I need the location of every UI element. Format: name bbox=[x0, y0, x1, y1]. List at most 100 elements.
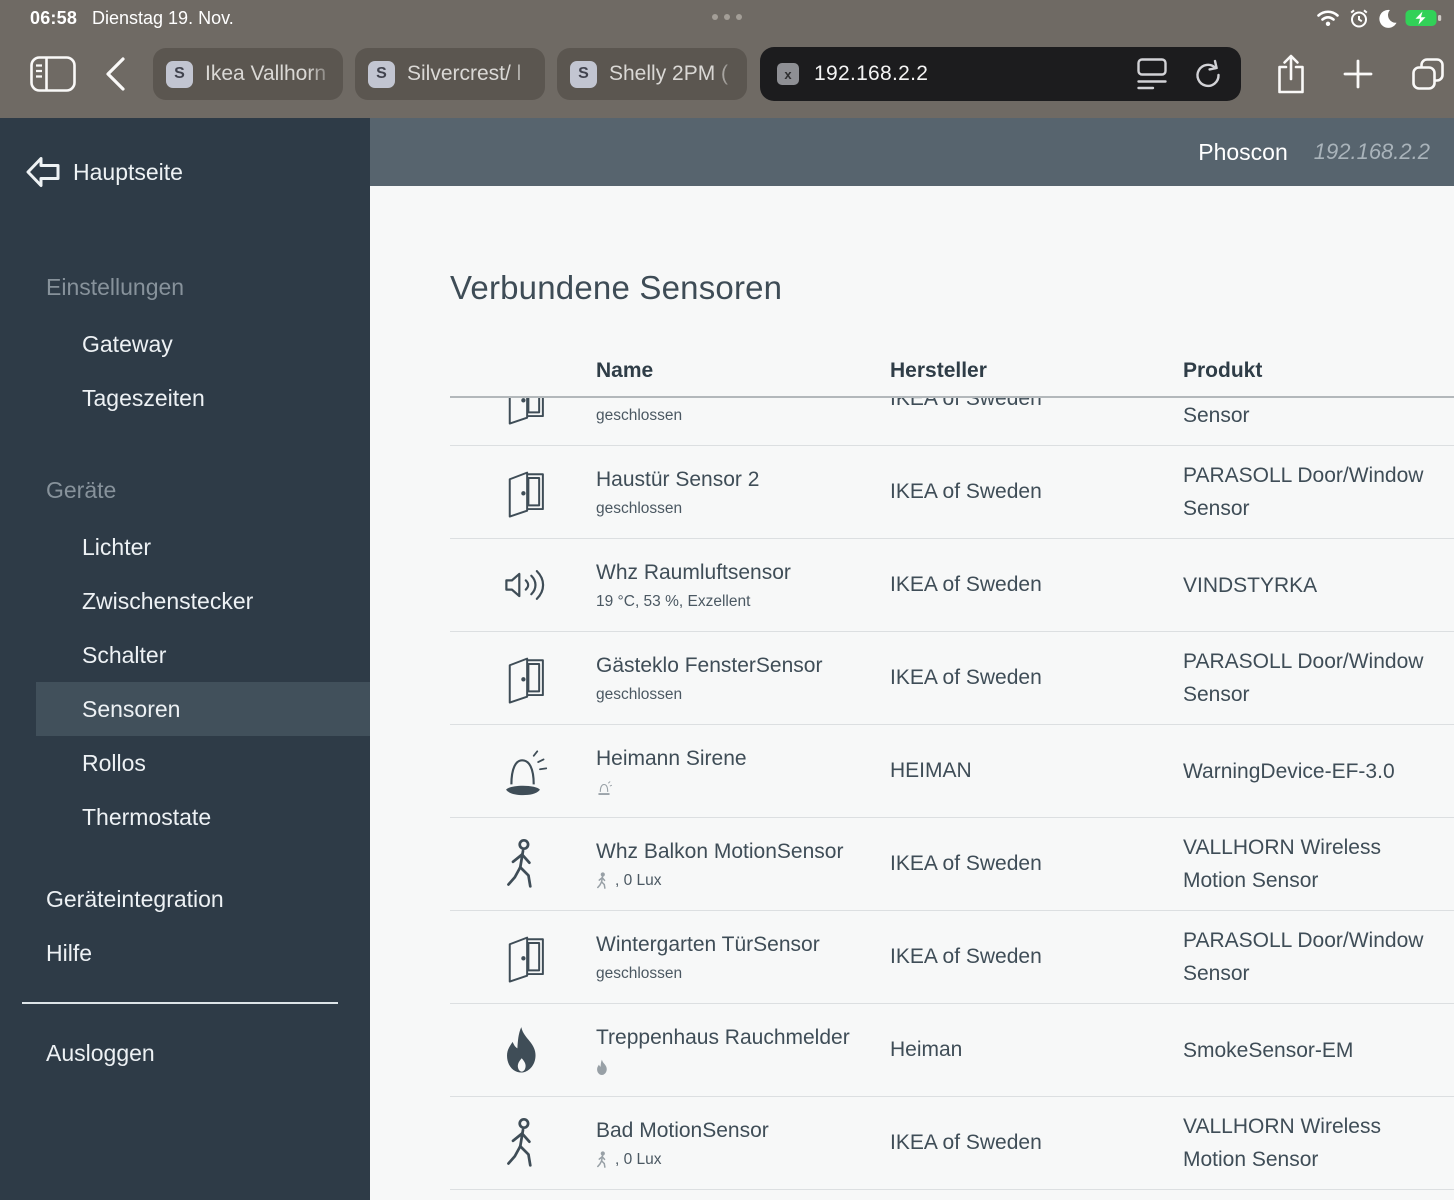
page-format-button[interactable] bbox=[1137, 57, 1167, 91]
sensor-name: Heimann Sirene bbox=[596, 747, 747, 770]
column-produkt: Produkt bbox=[1183, 359, 1263, 382]
table-row[interactable]: geschlossen IKEA of Sweden PARASOLL Door… bbox=[450, 398, 1454, 446]
sensor-vendor: IKEA of Sweden bbox=[890, 945, 1042, 968]
tab-overview-button[interactable] bbox=[1411, 57, 1445, 91]
sensor-product: PARASOLL Door/Window Sensor bbox=[1183, 404, 1250, 427]
table-row[interactable]: Wintergarten TürSensor geschlossen IKEA … bbox=[450, 911, 1454, 1004]
home-label: Hauptseite bbox=[73, 158, 183, 185]
sensor-name-cell: Whz Raumluftsensor 19 °C, 53 %, Exzellen… bbox=[596, 539, 890, 631]
sensor-name-cell: Gästeklo FensterSensor geschlossen bbox=[596, 632, 890, 724]
status-time: 06:58 bbox=[30, 8, 78, 28]
moon-icon bbox=[1379, 9, 1397, 28]
browser-toolbar: S Ikea Vallhorn S Silvercrest/ l S Shell… bbox=[0, 40, 1454, 108]
table-row[interactable]: Haustür Sensor 2 geschlossen IKEA of Swe… bbox=[450, 446, 1454, 539]
sidebar-item-gerateintegration[interactable]: Geräteintegration bbox=[0, 872, 370, 926]
tab-title: Silvercrest/ l bbox=[407, 62, 522, 85]
sensor-product: VALLHORN Wireless Motion Sensor bbox=[1183, 836, 1381, 892]
status-bar: 06:58 Dienstag 19. Nov. bbox=[0, 0, 1454, 38]
reload-icon bbox=[1196, 59, 1220, 88]
sidebar-item-schalter[interactable]: Schalter bbox=[36, 628, 370, 682]
host-address: 192.168.2.2 bbox=[1313, 139, 1430, 164]
table-row[interactable]: Gästeklo FensterSensor geschlossen IKEA … bbox=[450, 632, 1454, 725]
smoke-sensor-icon bbox=[450, 1004, 596, 1096]
browser-tab[interactable]: S Ikea Vallhorn bbox=[153, 48, 343, 100]
sensor-name: Haustür Sensor 2 bbox=[596, 468, 760, 491]
sensor-product: PARASOLL Door/Window Sensor bbox=[1183, 464, 1424, 520]
sidebar-toggle-button[interactable] bbox=[30, 56, 76, 92]
sensor-name: Bad MotionSensor bbox=[596, 1119, 769, 1142]
siren-icon bbox=[450, 725, 596, 817]
sidebar-item-hilfe[interactable]: Hilfe bbox=[0, 926, 370, 980]
sensor-vendor: IKEA of Sweden bbox=[890, 480, 1042, 503]
sidebar-item-rollos[interactable]: Rollos bbox=[36, 736, 370, 790]
browser-tab[interactable]: S Silvercrest/ l bbox=[355, 48, 545, 100]
sidebar-footer: Geräteintegration Hilfe bbox=[0, 872, 370, 980]
table-row[interactable]: Whz Balkon MotionSensor , 0 Lux IKEA of … bbox=[450, 818, 1454, 911]
sensor-name-cell: Wintergarten TürSensor geschlossen bbox=[596, 911, 890, 1003]
sensor-product: SmokeSensor-EM bbox=[1183, 1038, 1354, 1062]
table-row[interactable]: Whz Raumluftsensor 19 °C, 53 %, Exzellen… bbox=[450, 539, 1454, 632]
sidebar-item-sensoren[interactable]: Sensoren bbox=[36, 682, 370, 736]
person-small-icon bbox=[596, 1151, 609, 1169]
door-sensor-icon bbox=[450, 398, 596, 445]
table-header: Name Hersteller Produkt bbox=[450, 356, 1454, 398]
sidebar-section-gerate: Geräte bbox=[46, 477, 117, 503]
share-icon bbox=[1278, 54, 1304, 94]
sensor-name: Whz Balkon MotionSensor bbox=[596, 840, 844, 863]
tab-favicon: S bbox=[166, 60, 193, 88]
sensor-vendor: HEIMAN bbox=[890, 759, 972, 782]
sidebar-item-zwischenstecker[interactable]: Zwischenstecker bbox=[36, 574, 370, 628]
sensor-name-cell: Whz Balkon MotionSensor , 0 Lux bbox=[596, 818, 890, 910]
page-favicon: x bbox=[777, 63, 799, 85]
logout-button[interactable]: Ausloggen bbox=[0, 1026, 370, 1080]
new-tab-button[interactable] bbox=[1342, 58, 1374, 90]
sidebar: Hauptseite Einstellungen Gateway Tageszeit… bbox=[0, 118, 370, 1200]
wifi-icon bbox=[1317, 10, 1339, 26]
sensor-product: VINDSTYRKA bbox=[1183, 573, 1318, 597]
column-hersteller: Hersteller bbox=[890, 359, 987, 382]
person-small-icon bbox=[596, 872, 609, 890]
sidebar-divider bbox=[22, 1002, 338, 1004]
sidebar-home-button[interactable]: Hauptseite bbox=[0, 118, 370, 190]
browser-chrome: 06:58 Dienstag 19. Nov. S Ikea Vallhorn … bbox=[0, 0, 1454, 118]
sensor-state bbox=[596, 779, 890, 797]
sidebar-item-tageszeiten[interactable]: Tageszeiten bbox=[36, 371, 370, 425]
sidebar-item-thermostate[interactable]: Thermostate bbox=[36, 790, 370, 844]
sensor-state bbox=[596, 1058, 890, 1076]
tabs-icon bbox=[1412, 58, 1444, 90]
ellipsis-menu-icon[interactable] bbox=[712, 14, 742, 20]
table-body: geschlossen IKEA of Sweden PARASOLL Door… bbox=[450, 398, 1454, 1198]
tab-strip: S Ikea Vallhorn S Silvercrest/ l S Shell… bbox=[153, 48, 747, 100]
sensor-name: Treppenhaus Rauchmelder bbox=[596, 1026, 850, 1049]
column-name: Name bbox=[596, 359, 654, 382]
table-row[interactable]: Treppenhaus Rauchmelder Heiman SmokeSens… bbox=[450, 1004, 1454, 1097]
back-arrow-icon bbox=[26, 157, 60, 187]
table-row[interactable]: Heimann Sirene HEIMAN WarningDevice-EF-3… bbox=[450, 725, 1454, 818]
back-button[interactable] bbox=[103, 55, 127, 93]
siren-small-icon bbox=[596, 780, 612, 797]
table-row[interactable]: Bad MotionSensor , 0 Lux IKEA of Sweden … bbox=[450, 1097, 1454, 1190]
url-text: 192.168.2.2 bbox=[814, 62, 929, 85]
tab-favicon: S bbox=[368, 60, 395, 88]
sensor-name-cell: Bad MotionSensor , 0 Lux bbox=[596, 1097, 890, 1189]
sensor-name: Whz Raumluftsensor bbox=[596, 561, 791, 584]
air-quality-icon bbox=[450, 539, 596, 631]
address-bar[interactable]: x 192.168.2.2 bbox=[760, 47, 1241, 101]
sidebar-item-lichter[interactable]: Lichter bbox=[36, 520, 370, 574]
sensor-name: Wintergarten TürSensor bbox=[596, 933, 820, 956]
sensor-name-cell: Treppenhaus Rauchmelder bbox=[596, 1004, 890, 1096]
sidebar-section-einstellungen: Einstellungen bbox=[46, 274, 185, 300]
reload-button[interactable] bbox=[1194, 59, 1221, 89]
reader-icon bbox=[1137, 57, 1167, 89]
motion-sensor-icon bbox=[450, 1097, 596, 1189]
plus-icon bbox=[1343, 59, 1373, 89]
door-sensor-icon bbox=[450, 632, 596, 724]
sensor-state: , 0 Lux bbox=[596, 1151, 890, 1169]
screen: 06:58 Dienstag 19. Nov. S Ikea Vallhorn … bbox=[0, 0, 1454, 1200]
browser-tab[interactable]: S Shelly 2PM ( bbox=[557, 48, 747, 100]
sensor-product: WarningDevice-EF-3.0 bbox=[1183, 759, 1395, 783]
door-sensor-icon bbox=[450, 911, 596, 1003]
sidebar-item-gateway[interactable]: Gateway bbox=[36, 317, 370, 371]
chevron-left-icon bbox=[106, 57, 125, 91]
share-button[interactable] bbox=[1275, 53, 1307, 95]
